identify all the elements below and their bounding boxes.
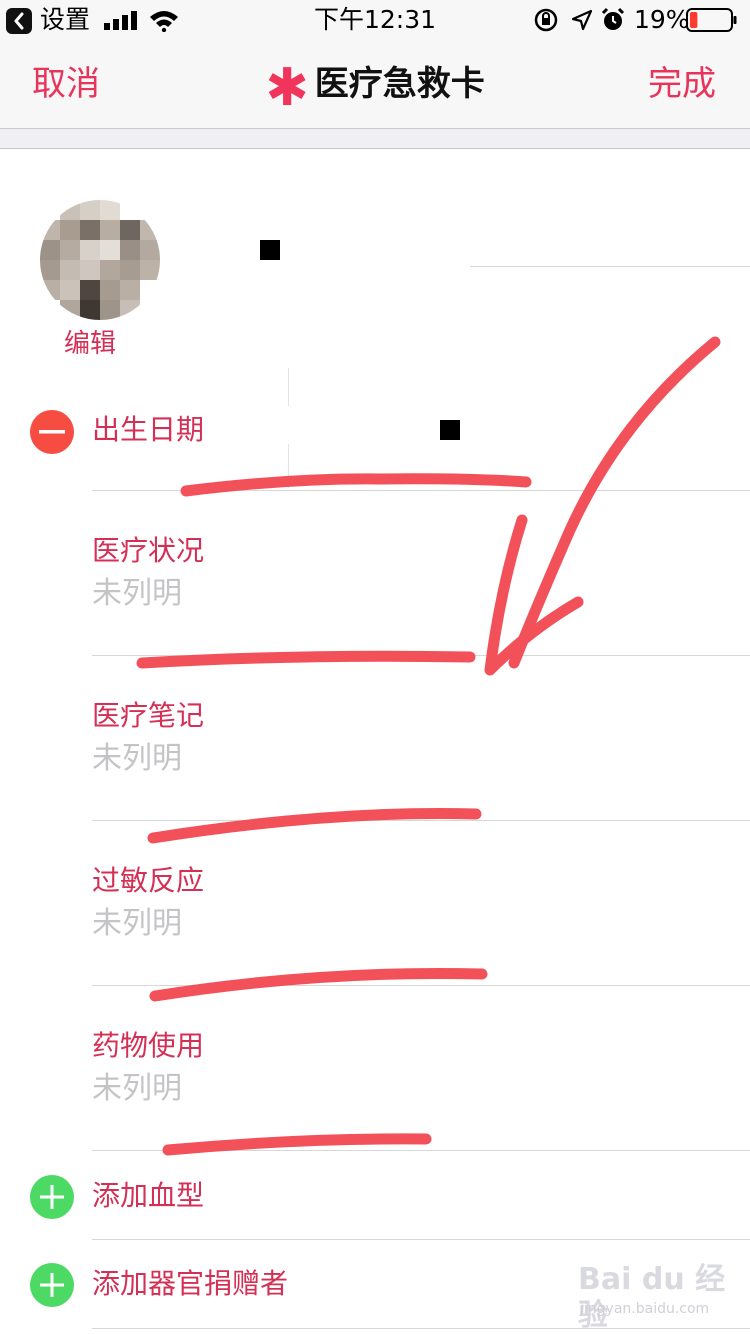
name-field-divider: [470, 266, 750, 267]
avatar-pixel: [100, 260, 120, 280]
medications-label: 药物使用: [92, 1029, 205, 1062]
avatar-pixel: [120, 260, 140, 280]
page-title: 医疗急救卡: [314, 64, 485, 104]
page-title-container: ✱ 医疗急救卡: [0, 62, 750, 114]
section-divider: [0, 148, 750, 149]
avatar-pixel: [100, 280, 120, 300]
annotation-arrow-icon: [484, 514, 584, 676]
row-divider: [92, 820, 750, 821]
avatar-pixel: [80, 280, 100, 300]
avatar-pixel: [40, 280, 60, 300]
avatar-pixel: [140, 200, 160, 220]
field-vertical-divider: [288, 368, 289, 406]
avatar-pixel: [60, 300, 80, 320]
avatar-pixel: [100, 300, 120, 320]
watermark-brand: Bai du 经验: [578, 1262, 726, 1333]
annotation-underline: [162, 1133, 432, 1156]
avatar-pixel: [140, 300, 160, 320]
avatar-pixel: [60, 280, 80, 300]
row-divider: [92, 1239, 750, 1240]
avatar-pixel: [140, 260, 160, 280]
avatar-pixel: [100, 240, 120, 260]
redaction-mark: [440, 420, 460, 440]
field-vertical-divider: [288, 444, 289, 488]
avatar-pixel: [40, 200, 60, 220]
avatar-pixel: [80, 220, 100, 240]
avatar-pixel: [140, 240, 160, 260]
avatar-pixel: [140, 280, 160, 300]
avatar-pixel: [40, 220, 60, 240]
avatar-pixel: [60, 240, 80, 260]
add-circle-icon[interactable]: [30, 1263, 74, 1307]
watermark-url: jingyan.baidu.com: [580, 1301, 710, 1317]
avatar-pixel: [60, 200, 80, 220]
asterisk-icon: ✱: [265, 58, 309, 118]
avatar-pixel: [140, 220, 160, 240]
add-circle-icon[interactable]: [30, 1175, 74, 1219]
annotation-underline: [136, 650, 476, 669]
avatar-pixel: [80, 200, 100, 220]
avatar-pixel: [40, 240, 60, 260]
add-organ-donor-button[interactable]: 添加器官捐赠者: [92, 1266, 288, 1302]
edit-photo-link[interactable]: 编辑: [64, 328, 116, 360]
avatar-pixel: [60, 220, 80, 240]
avatar-pixel: [80, 260, 100, 280]
avatar-pixel: [80, 300, 100, 320]
medications-field[interactable]: 未列明: [92, 1071, 182, 1107]
avatar-pixel: [40, 300, 60, 320]
medical-notes-field[interactable]: 未列明: [92, 741, 182, 777]
avatar[interactable]: [40, 200, 160, 320]
rotation-lock-icon: [534, 8, 558, 32]
add-blood-type-button[interactable]: 添加血型: [92, 1178, 204, 1214]
watermark: Bai du 经验 jingyan.baidu.com: [578, 1262, 738, 1333]
avatar-pixel: [80, 240, 100, 260]
avatar-pixel: [120, 240, 140, 260]
avatar-pixel: [120, 280, 140, 300]
row-divider: [92, 490, 750, 491]
avatar-pixel: [40, 260, 60, 280]
done-button[interactable]: 完成: [648, 62, 716, 106]
medical-conditions-label: 医疗状况: [92, 534, 205, 567]
remove-circle-icon[interactable]: [30, 410, 74, 454]
avatar-pixel: [120, 200, 140, 220]
avatar-pixel: [120, 220, 140, 240]
avatar-pixel: [120, 300, 140, 320]
birthdate-label[interactable]: 出生日期: [92, 412, 204, 448]
avatar-pixel: [100, 200, 120, 220]
alarm-clock-icon: [601, 7, 625, 30]
row-divider: [92, 655, 750, 656]
avatar-pixel: [60, 260, 80, 280]
battery-icon: [686, 8, 737, 32]
medical-conditions-field[interactable]: 未列明: [92, 576, 182, 612]
medical-notes-label: 医疗笔记: [92, 699, 205, 732]
allergies-label: 过敏反应: [92, 864, 205, 897]
battery-percent: 19%: [634, 5, 690, 34]
allergies-field[interactable]: 未列明: [92, 906, 182, 942]
section-gap: [0, 129, 750, 149]
avatar-pixel: [100, 220, 120, 240]
annotation-arrow-icon: [508, 336, 721, 669]
annotation-overlay: [136, 336, 721, 1156]
row-divider: [92, 985, 750, 986]
row-divider: [92, 1150, 750, 1151]
annotation-underline: [147, 808, 482, 844]
redaction-mark: [260, 240, 280, 260]
location-arrow-icon: [571, 9, 593, 31]
